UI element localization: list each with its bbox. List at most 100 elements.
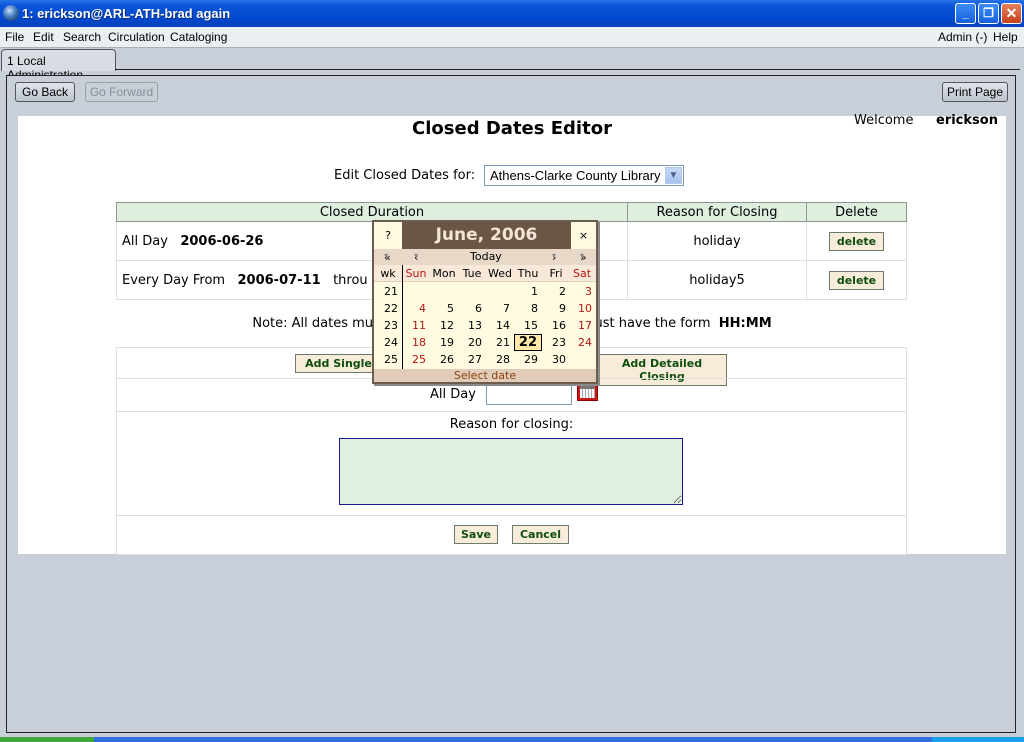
calendar-day-empty [458, 283, 486, 300]
calendar-day[interactable]: 13 [458, 317, 486, 334]
menu-bar: File Edit Search Circulation Cataloging … [0, 27, 1024, 48]
weekday-header: Wed [488, 267, 512, 280]
app-globe-icon [3, 5, 19, 21]
header-reason: Reason for Closing [627, 202, 807, 222]
today-button[interactable]: Today [470, 250, 502, 263]
window-title: 1: erickson@ARL-ATH-brad again [22, 6, 231, 21]
form-divider [117, 515, 906, 516]
calendar-day[interactable]: 20 [458, 334, 486, 351]
duration-date: 2006-06-26 [180, 233, 264, 249]
table-header-row: Closed Duration Reason for Closing Delet… [116, 202, 907, 222]
menu-circulation[interactable]: Circulation [108, 30, 165, 44]
duration-prefix: All Day [122, 233, 168, 249]
weekday-header: Thu [517, 267, 539, 280]
calendar-popup: ? June, 2006 × «▾ ‹ ▾ Today › ▾ » ▾ wk Sun Mo… [372, 220, 598, 384]
calendar-icon[interactable] [577, 383, 598, 401]
calendar-day[interactable]: 27 [458, 351, 486, 368]
calendar-close-button[interactable]: × [571, 222, 596, 249]
calendar-day[interactable]: 29 [514, 351, 542, 368]
calendar-help-button[interactable]: ? [374, 222, 402, 249]
calendar-day-selected[interactable]: 22 [514, 334, 542, 351]
welcome-label: Welcome [854, 113, 914, 128]
delete-cell: delete [806, 221, 907, 261]
calendar-day[interactable]: 10 [568, 300, 596, 317]
menu-admin[interactable]: Admin (-) [938, 30, 987, 44]
reason-textarea[interactable] [339, 438, 683, 505]
all-day-label: All Day [430, 387, 476, 402]
calendar-day[interactable]: 30 [542, 351, 570, 368]
calendar-day[interactable]: 14 [486, 317, 514, 334]
calendar-nav: «▾ ‹ ▾ Today › ▾ » ▾ [374, 249, 596, 265]
menu-search[interactable]: Search [63, 30, 101, 44]
calendar-day-empty [486, 283, 514, 300]
calendar-day[interactable]: 2 [542, 283, 570, 300]
delete-button[interactable]: delete [829, 231, 884, 251]
calendar-day[interactable]: 25 [402, 351, 430, 368]
tab-strip-divider [115, 69, 1020, 70]
library-select[interactable]: Athens-Clarke County Library ▼ [484, 165, 684, 186]
week-number: 21 [384, 285, 398, 298]
header-delete: Delete [806, 202, 907, 222]
calendar-day[interactable]: 17 [568, 317, 596, 334]
calendar-day[interactable]: 4 [402, 300, 430, 317]
go-back-button[interactable]: Go Back [15, 82, 75, 102]
username: erickson [936, 113, 998, 128]
weekday-header: Fri [549, 267, 563, 280]
calendar-day[interactable]: 28 [486, 351, 514, 368]
taskbar [0, 737, 1024, 742]
add-detailed-closing-button[interactable]: Add Detailed Closing [597, 354, 727, 386]
close-window-button[interactable]: ✕ [1001, 3, 1022, 24]
week-number: 24 [384, 336, 398, 349]
calendar-day[interactable]: 11 [402, 317, 430, 334]
weekday-header: Sun [405, 267, 427, 280]
calendar-day[interactable]: 18 [402, 334, 430, 351]
save-button[interactable]: Save [454, 525, 498, 544]
cancel-button[interactable]: Cancel [512, 525, 569, 544]
weekday-header: Tue [462, 267, 482, 280]
calendar-day[interactable]: 6 [458, 300, 486, 317]
calendar-day[interactable]: 8 [514, 300, 542, 317]
calendar-day[interactable]: 5 [430, 300, 458, 317]
print-page-button[interactable]: Print Page [942, 82, 1008, 102]
go-forward-button[interactable]: Go Forward [85, 82, 158, 102]
menu-file[interactable]: File [5, 30, 24, 44]
calendar-day[interactable]: 12 [430, 317, 458, 334]
window-titlebar: 1: erickson@ARL-ATH-brad again _ ❐ ✕ [0, 0, 1024, 27]
calendar-day[interactable]: 26 [430, 351, 458, 368]
calendar-day[interactable]: 19 [430, 334, 458, 351]
calendar-month-title: June, 2006 [402, 222, 571, 249]
delete-button[interactable]: delete [829, 270, 884, 290]
calendar-day[interactable]: 3 [568, 283, 596, 300]
duration-prefix: Every Day From [122, 272, 226, 288]
calendar-day[interactable]: 9 [542, 300, 570, 317]
weekday-header: Sat [572, 267, 592, 280]
calendar-day[interactable]: 23 [542, 334, 570, 351]
calendar-day[interactable]: 7 [486, 300, 514, 317]
reason-cell: holiday5 [627, 260, 807, 300]
delete-cell: delete [806, 260, 907, 300]
calendar-day-empty [430, 283, 458, 300]
reason-label: Reason for closing: [449, 417, 574, 432]
calendar-day[interactable]: 16 [542, 317, 570, 334]
date-input[interactable] [486, 384, 572, 405]
calendar-day[interactable]: 1 [514, 283, 542, 300]
menu-cataloging[interactable]: Cataloging [170, 30, 227, 44]
weekday-header: Mon [432, 267, 456, 280]
calendar-day[interactable]: 15 [514, 317, 542, 334]
weekday-header: wk [380, 267, 396, 280]
header-closed-duration: Closed Duration [116, 202, 628, 222]
chevron-down-icon[interactable]: ▼ [665, 167, 682, 184]
reason-cell: holiday [627, 221, 807, 261]
calendar-day-empty [402, 283, 430, 300]
minimize-button[interactable]: _ [955, 3, 976, 24]
tab-local-administration[interactable]: 1 Local Administration [1, 49, 116, 82]
menu-help[interactable]: Help [993, 30, 1018, 44]
calendar-day-empty [568, 351, 596, 368]
calendar-day[interactable]: 21 [486, 334, 514, 351]
calendar-day[interactable]: 24 [568, 334, 596, 351]
start-button[interactable] [0, 737, 94, 742]
system-tray [932, 737, 1024, 742]
restore-button[interactable]: ❐ [978, 3, 999, 24]
week-number: 22 [384, 302, 398, 315]
menu-edit[interactable]: Edit [33, 30, 54, 44]
